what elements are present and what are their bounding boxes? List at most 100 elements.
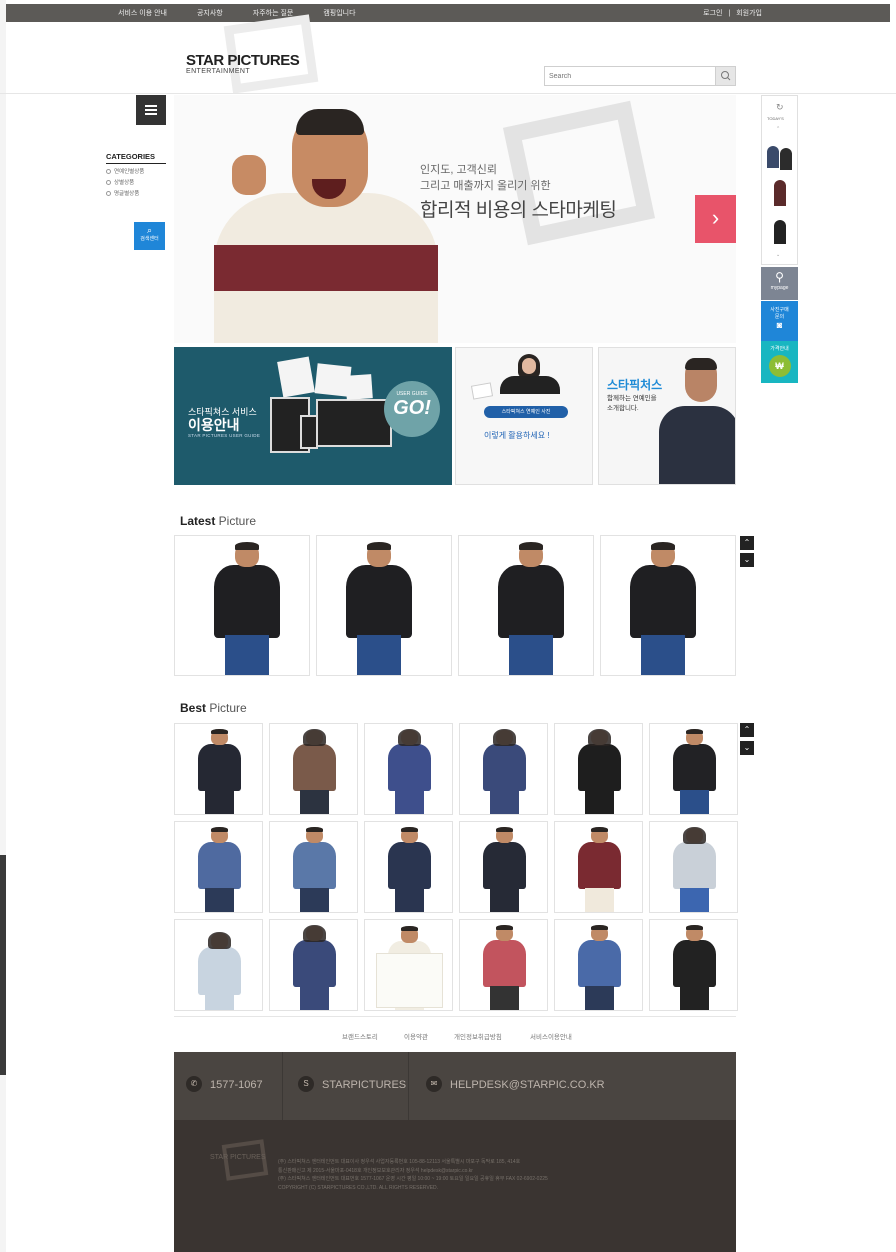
join-link[interactable]: 회원가입 xyxy=(736,10,762,17)
photo-thumbnail[interactable] xyxy=(174,535,310,676)
chevron-down-icon[interactable]: ⌄ xyxy=(776,252,780,258)
footer-link-service-guide[interactable]: 서비스이용안내 xyxy=(530,1031,572,1041)
hero-person-stripe xyxy=(214,245,438,291)
photo-thumbnail[interactable] xyxy=(649,723,738,815)
model-body xyxy=(500,376,560,394)
category-item-celebrity[interactable]: 연예인별상품 xyxy=(106,167,166,175)
star-intro-banner[interactable]: 스타픽처스 함께하는 연예인을 소개합니다. xyxy=(598,347,736,485)
photo-thumbnail[interactable] xyxy=(649,919,738,1011)
customer-center-button[interactable]: ⌕ 검색센터 xyxy=(134,222,165,250)
today-thumb[interactable] xyxy=(765,176,795,208)
photo-figure-hair xyxy=(686,728,703,734)
hero-next-button[interactable]: › xyxy=(695,195,736,243)
photo-figure-body xyxy=(630,564,696,638)
categories-title: CATEGORIES xyxy=(106,152,166,164)
hamburger-icon-line xyxy=(145,113,157,115)
photo-thumbnail[interactable] xyxy=(174,723,263,815)
footer-link-terms[interactable]: 이용약관 xyxy=(404,1031,428,1041)
latest-picture-title: Latest Picture xyxy=(180,514,257,528)
photo-thumbnail[interactable] xyxy=(316,535,452,676)
photo-thumbnail[interactable] xyxy=(174,821,263,913)
photo-thumbnail[interactable] xyxy=(649,821,738,913)
best-down-button[interactable]: ⌄ xyxy=(740,741,754,755)
photo-figure-legs xyxy=(585,985,614,1010)
star-intro-line2: 소개합니다. xyxy=(607,405,639,412)
buy-label-line1: 사진구매 xyxy=(770,307,789,313)
search-box xyxy=(544,66,736,86)
login-link[interactable]: 로그인 xyxy=(703,10,722,17)
contact-divider xyxy=(282,1052,283,1120)
photo-thumbnail[interactable] xyxy=(364,821,453,913)
photo-thumbnail[interactable] xyxy=(269,821,358,913)
hero-banner[interactable]: 인지도, 고객신뢰 그리고 매출까지 올리기 위한 합리적 비용의 스타마케팅 … xyxy=(174,95,736,343)
latest-up-button[interactable]: ⌃ xyxy=(740,536,754,550)
thumb-person xyxy=(780,148,792,170)
user-guide-banner[interactable]: 스타픽쳐스 서비스 이용안내 STAR PICTURES USER GUIDE … xyxy=(174,347,452,485)
today-viewed-panel: ↻ TODAY'S ⌃ ⌄ xyxy=(761,95,798,265)
hero-text-line1: 인지도, 고객신뢰 xyxy=(420,164,497,176)
model-face xyxy=(522,358,536,374)
camera-icon: ◙ xyxy=(776,320,783,330)
chevron-up-icon[interactable]: ⌃ xyxy=(776,126,780,132)
today-thumb[interactable] xyxy=(765,214,795,246)
photo-thumbnail[interactable] xyxy=(554,723,643,815)
photo-thumbnail[interactable] xyxy=(269,919,358,1011)
blank-board xyxy=(375,953,444,1009)
mail-icon: ✉ xyxy=(426,1076,442,1092)
photo-thumbnail[interactable] xyxy=(269,723,358,815)
company-info-line: 통신판매신고 제 2015-서울마포-0418호 개인정보보호관리자 정우석 h… xyxy=(278,1167,473,1174)
category-item-award[interactable]: 상별상품 xyxy=(106,178,166,186)
photo-thumbnail[interactable] xyxy=(459,821,548,913)
header-divider xyxy=(0,93,896,94)
hero-headline: 합리적 비용의 스타마케팅 xyxy=(420,200,617,221)
photo-figure-body xyxy=(673,841,716,890)
photo-figure-hair xyxy=(496,826,513,832)
refresh-icon[interactable]: ↻ xyxy=(776,102,784,113)
site-logo[interactable]: STAR PICTURES ENTERTAINMENT xyxy=(186,52,300,75)
contact-email[interactable]: HELPDESK@STARPIC.CO.KR xyxy=(450,1079,605,1091)
photo-figure-body xyxy=(198,946,241,995)
search-input[interactable] xyxy=(549,70,709,82)
auth-links: 로그인 | 회원가입 xyxy=(699,8,762,18)
photo-thumbnail[interactable] xyxy=(554,919,643,1011)
hamburger-menu-button[interactable] xyxy=(136,95,166,125)
photo-purchase-button[interactable]: 사진구매 문의 ◙ xyxy=(761,301,798,341)
photo-figure-legs xyxy=(680,789,709,814)
photo-figure-legs xyxy=(680,985,709,1010)
photo-thumbnail[interactable] xyxy=(364,723,453,815)
best-up-button[interactable]: ⌃ xyxy=(740,723,754,737)
photo-figure-legs xyxy=(300,985,329,1010)
photo-thumbnail[interactable] xyxy=(459,919,548,1011)
photo-thumbnail[interactable] xyxy=(554,821,643,913)
hero-frame-decoration xyxy=(502,100,656,246)
today-thumb[interactable] xyxy=(765,140,795,172)
contact-phone: 1577-1067 xyxy=(210,1079,263,1091)
price-guide-button[interactable]: 가격안내 ₩ xyxy=(761,341,798,383)
photo-thumbnail[interactable] xyxy=(459,723,548,815)
go-badge-big: GO! xyxy=(393,397,431,419)
photo-figure-body xyxy=(483,939,526,988)
category-item-name[interactable]: 명글별상품 xyxy=(106,189,166,197)
search-button[interactable] xyxy=(715,67,735,85)
footer-link-brand-story[interactable]: 브랜드스토리 xyxy=(342,1031,378,1041)
top-nav-links: 서비스 이용 안내 공지사항 자주하는 질문 캠핑입니다 xyxy=(118,8,386,18)
photo-thumbnail[interactable] xyxy=(174,919,263,1011)
mypage-button[interactable]: ⚲ mypage xyxy=(761,267,798,300)
top-nav-link-notice[interactable]: 공지사항 xyxy=(197,8,223,18)
photo-thumbnail[interactable] xyxy=(364,919,453,1011)
top-nav-link-service-guide[interactable]: 서비스 이용 안내 xyxy=(118,8,167,18)
hero-person-hair xyxy=(296,109,364,135)
photo-figure-legs xyxy=(395,789,424,814)
photo-figure-body xyxy=(673,939,716,988)
photo-figure-body xyxy=(293,743,336,792)
latest-down-button[interactable]: ⌄ xyxy=(740,553,754,567)
footer-link-privacy[interactable]: 개인정보취급방침 xyxy=(454,1031,502,1041)
photo-thumbnail[interactable] xyxy=(600,535,736,676)
photo-figure-hair xyxy=(211,728,228,734)
photo-usage-banner[interactable]: 스타픽쳐스 연예인 사진 이렇게 활용하세요 ! xyxy=(455,347,593,485)
logo-main-text: STAR PICTURES xyxy=(186,52,300,69)
background-window-dark-panel xyxy=(0,855,6,1075)
contact-divider xyxy=(408,1052,409,1120)
photo-thumbnail[interactable] xyxy=(458,535,594,676)
top-nav-link-camping[interactable]: 캠핑입니다 xyxy=(323,8,355,18)
